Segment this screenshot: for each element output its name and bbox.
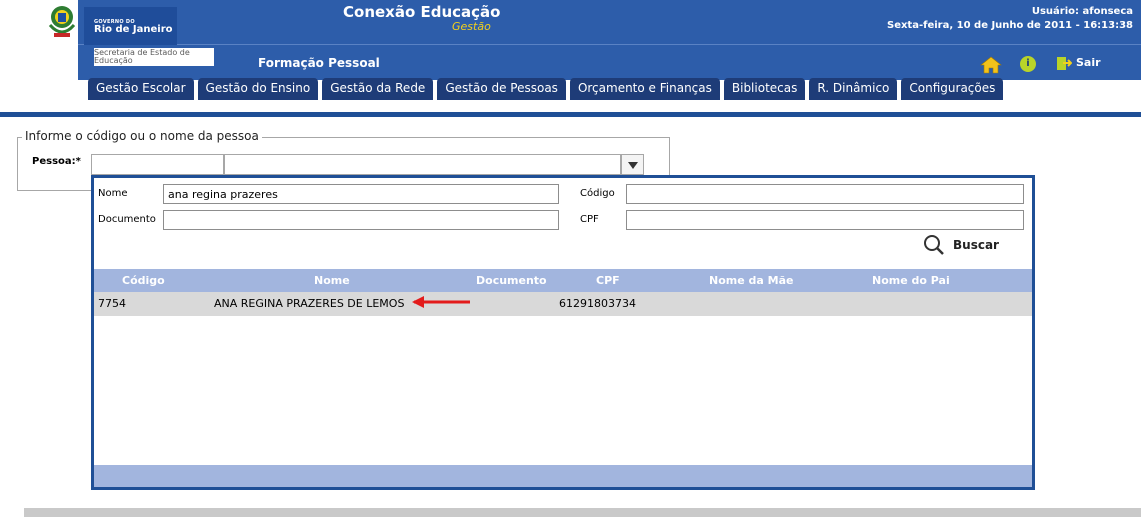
exit-icon[interactable] bbox=[1056, 55, 1072, 71]
rio-de-janeiro-logo[interactable]: GOVERNO DO Rio de Janeiro bbox=[84, 7, 177, 45]
info-icon[interactable]: i bbox=[1020, 56, 1036, 72]
pessoa-name-input[interactable] bbox=[224, 154, 621, 175]
nav-bottom-bar bbox=[0, 112, 1141, 117]
pessoa-dropdown-button[interactable] bbox=[621, 154, 644, 175]
cpf-input[interactable] bbox=[626, 210, 1024, 230]
col-nome[interactable]: Nome bbox=[314, 269, 350, 292]
col-documento[interactable]: Documento bbox=[476, 269, 547, 292]
cpf-label: CPF bbox=[580, 214, 599, 225]
table-row[interactable]: 7754 ANA REGINA PRAZERES DE LEMOS 612918… bbox=[94, 292, 1032, 316]
buscar-button[interactable]: Buscar bbox=[923, 234, 999, 256]
codigo-label: Código bbox=[580, 188, 615, 199]
main-nav: Gestão Escolar Gestão do Ensino Gestão d… bbox=[88, 78, 1004, 100]
header: GOVERNO DO Rio de Janeiro Secretaria de … bbox=[0, 0, 1141, 80]
red-arrow-annotation bbox=[412, 296, 470, 308]
search-icon bbox=[924, 235, 944, 255]
col-nome-da-mae[interactable]: Nome da Mãe bbox=[709, 269, 793, 292]
person-search-popup: Nome Código Documento CPF Buscar Código … bbox=[91, 175, 1035, 490]
col-codigo[interactable]: Código bbox=[122, 269, 165, 292]
pessoa-code-input[interactable] bbox=[91, 154, 224, 175]
home-icon[interactable] bbox=[980, 56, 1002, 74]
documento-input[interactable] bbox=[163, 210, 559, 230]
cell-codigo: 7754 bbox=[98, 297, 126, 310]
nav-tab-gestao-escolar[interactable]: Gestão Escolar bbox=[88, 78, 194, 100]
cell-nome: ANA REGINA PRAZERES DE LEMOS bbox=[214, 297, 405, 310]
nav-tab-r-dinamico[interactable]: R. Dinâmico bbox=[809, 78, 898, 100]
app-title: Conexão Educação bbox=[343, 3, 501, 21]
fieldset-legend: Informe o código ou o nome da pessoa bbox=[22, 129, 262, 143]
nav-tab-orcamento-e-financas[interactable]: Orçamento e Finanças bbox=[569, 78, 720, 100]
nav-tab-gestao-de-pessoas[interactable]: Gestão de Pessoas bbox=[437, 78, 566, 100]
page-bottom-bar bbox=[24, 508, 1141, 517]
user-info: Usuário: afonseca bbox=[1031, 6, 1133, 17]
nav-tab-bibliotecas[interactable]: Bibliotecas bbox=[723, 78, 806, 100]
nav-tab-gestao-do-ensino[interactable]: Gestão do Ensino bbox=[197, 78, 319, 100]
nav-tab-configuracoes[interactable]: Configurações bbox=[901, 78, 1004, 100]
coat-of-arms-icon bbox=[48, 6, 76, 37]
app-subtitle: Gestão bbox=[452, 20, 491, 33]
cell-cpf: 61291803734 bbox=[559, 297, 636, 310]
nome-label: Nome bbox=[98, 188, 128, 199]
results-header: Código Nome Documento CPF Nome da Mãe No… bbox=[94, 269, 1032, 292]
col-nome-do-pai[interactable]: Nome do Pai bbox=[872, 269, 950, 292]
buscar-label: Buscar bbox=[953, 238, 999, 252]
codigo-input[interactable] bbox=[626, 184, 1024, 204]
exit-link[interactable]: Sair bbox=[1076, 56, 1101, 69]
nome-input[interactable] bbox=[163, 184, 559, 204]
datetime-info: Sexta-feira, 10 de Junho de 2011 - 16:13… bbox=[887, 20, 1133, 31]
results-footer bbox=[94, 465, 1032, 487]
secretaria-text: Secretaria de Estado de Educação bbox=[94, 48, 214, 66]
pessoa-label: Pessoa:* bbox=[32, 156, 81, 167]
nav-tab-gestao-da-rede[interactable]: Gestão da Rede bbox=[322, 78, 434, 100]
nav-spacer bbox=[0, 100, 1141, 112]
logo-state-text: Rio de Janeiro bbox=[94, 24, 173, 35]
documento-label: Documento bbox=[98, 214, 156, 225]
col-cpf[interactable]: CPF bbox=[596, 269, 620, 292]
module-title: Formação Pessoal bbox=[258, 56, 380, 70]
header-bar bbox=[35, 0, 1141, 80]
